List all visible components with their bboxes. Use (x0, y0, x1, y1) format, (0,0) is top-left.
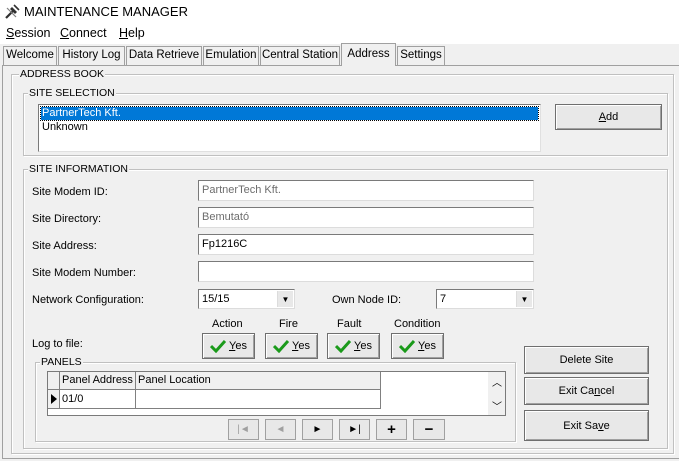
network-configuration-value: 15/15 (202, 293, 230, 305)
site-list-item[interactable]: PartnerTech Kft. (40, 106, 539, 121)
check-icon (273, 339, 290, 353)
tab-address[interactable]: Address (341, 43, 396, 66)
network-configuration-label: Network Configuration: (32, 294, 144, 306)
log-fault-toggle[interactable]: Yes (327, 333, 380, 359)
menu-help[interactable]: Help (119, 26, 145, 40)
row-indicator (48, 390, 60, 409)
log-condition-header: Condition (394, 318, 441, 330)
exit-cancel-button[interactable]: Exit Ca n cel (524, 377, 649, 405)
grid-header-panel-address[interactable]: Panel Address (60, 372, 136, 390)
tab-emulation[interactable]: Emulation (203, 46, 259, 65)
window-title: MAINTENANCE MANAGER (24, 4, 188, 19)
current-row-icon (50, 394, 57, 404)
site-address-label: Site Address: (32, 240, 97, 252)
log-action-header: Action (212, 318, 243, 330)
address-book-title: ADDRESS BOOK (19, 68, 106, 80)
log-fire-toggle[interactable]: Yes (265, 333, 318, 359)
tab-data-retrieve[interactable]: Data Retrieve (126, 46, 202, 65)
nav-delete-button[interactable]: − (413, 419, 445, 440)
site-modem-id-field[interactable]: PartnerTech Kft. (198, 180, 534, 201)
log-condition-toggle[interactable]: Yes (391, 333, 444, 359)
tab-welcome[interactable]: Welcome (3, 46, 57, 65)
own-node-id-select[interactable]: 7 ▼ (436, 289, 534, 309)
check-icon (399, 339, 416, 353)
grid-scrollbar[interactable]: ︿ ﹀ (488, 372, 505, 415)
tab-history-log[interactable]: History Log (58, 46, 125, 65)
chevron-down-icon[interactable]: ▼ (277, 291, 293, 307)
network-configuration-select[interactable]: 15/15 ▼ (198, 289, 295, 309)
chevron-down-icon[interactable]: ▼ (516, 291, 532, 307)
site-address-field[interactable]: Fp1216C (198, 234, 534, 255)
log-fault-header: Fault (337, 318, 362, 330)
check-icon (335, 339, 352, 353)
app-icon (5, 4, 20, 19)
own-node-id-value: 7 (440, 293, 447, 305)
chevron-up-icon[interactable]: ︿ (492, 374, 502, 389)
site-modem-id-label: Site Modem ID: (32, 186, 108, 198)
grid-corner (48, 372, 60, 390)
add-site-button[interactable]: Add (555, 104, 662, 130)
site-selection-title: SITE SELECTION (28, 87, 116, 99)
nav-last-button[interactable]: ►| (339, 419, 370, 440)
site-list-item[interactable]: Unknown (41, 121, 538, 134)
tab-settings[interactable]: Settings (397, 46, 445, 65)
grid-header-panel-location[interactable]: Panel Location (136, 372, 381, 390)
site-listbox[interactable]: PartnerTech Kft. Unknown (38, 104, 541, 152)
nav-next-button[interactable]: ► (302, 419, 333, 440)
exit-save-button[interactable]: Exit Sa v e (524, 410, 649, 441)
log-to-file-label: Log to file: (32, 338, 83, 350)
nav-first-button[interactable]: |◄ (228, 419, 259, 440)
site-modem-number-field[interactable] (198, 261, 534, 282)
chevron-down-icon[interactable]: ﹀ (492, 398, 502, 413)
site-directory-label: Site Directory: (32, 213, 102, 225)
site-directory-field[interactable]: Bemutató (198, 207, 534, 228)
log-fire-header: Fire (279, 318, 298, 330)
panels-grid[interactable]: Panel Address Panel Location 01/0 ︿ ﹀ (47, 371, 506, 416)
own-node-id-label: Own Node ID: (332, 294, 402, 306)
nav-insert-button[interactable]: + (376, 419, 407, 440)
table-row[interactable]: 01/0 (60, 390, 136, 409)
menu-connect[interactable]: Connect (60, 26, 107, 40)
delete-site-button[interactable]: Delete Site (524, 346, 649, 374)
log-action-toggle[interactable]: Yes (202, 333, 255, 359)
nav-prior-button[interactable]: ◄ (265, 419, 296, 440)
site-information-title: SITE INFORMATION (28, 163, 129, 175)
check-icon (210, 339, 227, 353)
tab-central-station[interactable]: Central Station (260, 46, 340, 65)
table-row[interactable] (136, 390, 381, 409)
panels-title: PANELS (40, 356, 83, 368)
menu-session[interactable]: Session (6, 26, 50, 40)
site-modem-number-label: Site Modem Number: (32, 267, 136, 279)
